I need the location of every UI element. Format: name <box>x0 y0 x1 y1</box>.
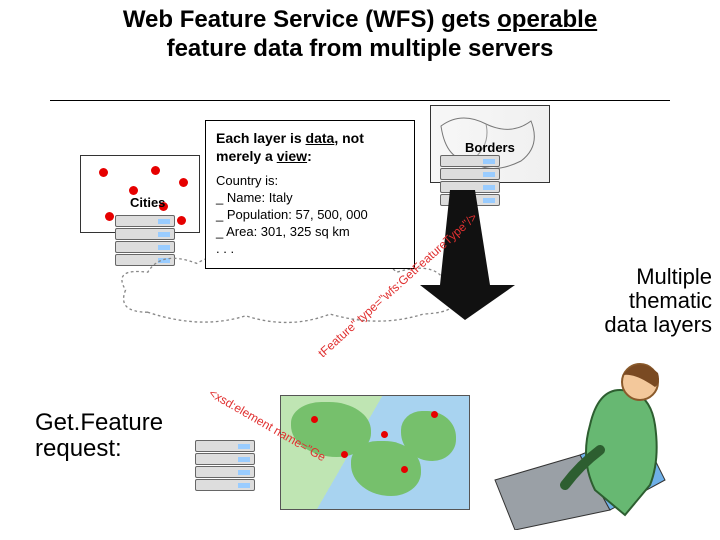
infobox-country-heading: Country is: <box>216 173 404 190</box>
getfeature-request-label: Get.Feature request: <box>35 410 163 463</box>
layer-data-infobox: Each layer is data, not merely a view: C… <box>205 120 415 269</box>
infobox-header-prefix: Each layer is <box>216 130 306 146</box>
layer-label-borders: Borders <box>465 140 515 155</box>
user-at-laptop-icon <box>490 360 680 530</box>
infobox-header-underlined: data <box>306 130 335 146</box>
infobox-row: . . . <box>216 241 404 258</box>
title-line1-prefix: Web Feature Service (WFS) gets <box>123 6 497 33</box>
title-underlined-word: operable <box>497 6 597 33</box>
infobox-header: Each layer is data, not merely a view: <box>216 129 404 165</box>
getfeature-line1: Get.Feature <box>35 410 163 436</box>
infobox-row: _ Name: Italy <box>216 190 404 207</box>
slide-title: Web Feature Service (WFS) gets operable … <box>60 6 660 64</box>
right-caption: Multiple thematic data layers <box>557 265 712 338</box>
layer-label-cities: Cities <box>130 195 165 210</box>
infobox-row: _ Area: 301, 325 sq km <box>216 224 404 241</box>
getfeature-line2: request: <box>35 436 163 462</box>
right-caption-line2: thematic <box>557 289 712 313</box>
infobox-row: _ Population: 57, 500, 000 <box>216 207 404 224</box>
infobox-header-suffix: : <box>307 148 312 164</box>
divider <box>50 100 670 101</box>
right-caption-line1: Multiple <box>557 265 712 289</box>
right-caption-line3: data layers <box>557 313 712 337</box>
server-icon <box>195 440 255 495</box>
infobox-header-underlined2: view <box>277 148 307 164</box>
title-line2: feature data from multiple servers <box>167 35 554 62</box>
